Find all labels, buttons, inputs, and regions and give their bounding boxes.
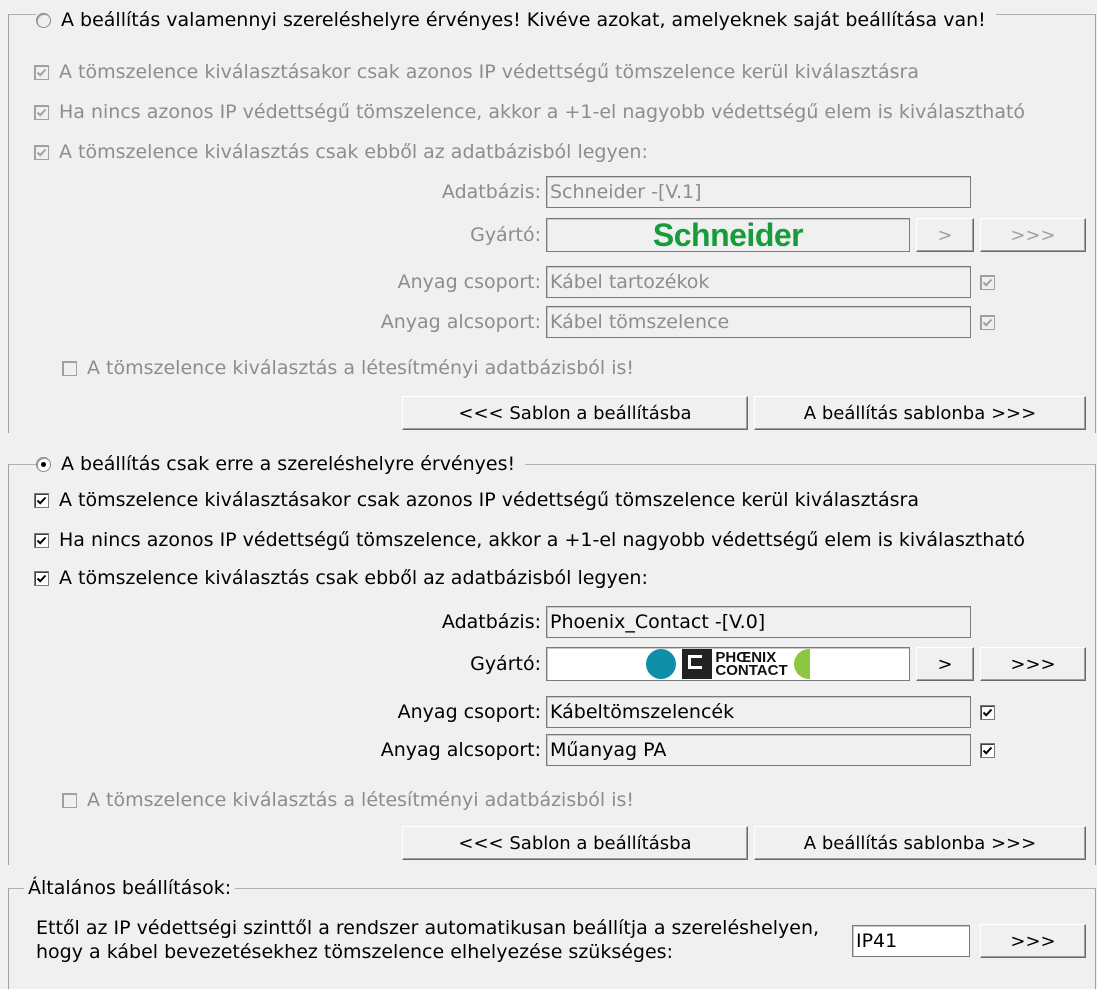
s2-letesitmenyi-label: A tömszelence kiválasztás a létesítményi… <box>87 789 635 811</box>
checkmark-icon <box>982 746 993 755</box>
s2-sablon-to-settings-button[interactable]: <<< Sablon a beállításba <box>402 826 748 860</box>
general-ip-description: Ettől az IP védettségi szinttől a rendsz… <box>36 916 819 964</box>
s1-csoport-label: Anyag csoport: <box>397 271 541 293</box>
s1-alcsoport-checkbox[interactable] <box>980 315 995 330</box>
checkmark-icon <box>982 318 993 327</box>
general-ip-description-line2: hogy a kábel bevezetésekhez tömszelence … <box>36 941 673 963</box>
s2-letesitmenyi-checkbox[interactable] <box>62 792 77 808</box>
general-ip-description-line1: Ettől az IP védettségi szinttől a rendsz… <box>36 917 820 939</box>
s1-letesitmenyi-label: A tömszelence kiválasztás a létesítményi… <box>87 357 635 379</box>
global-settings-radio[interactable] <box>36 12 51 28</box>
s2-gyarto-next-button[interactable]: > <box>916 647 974 681</box>
s2-higher-ip-checkbox[interactable] <box>34 532 49 548</box>
s1-gyarto-label: Gyártó: <box>470 224 541 246</box>
s2-gyarto-label: Gyártó: <box>470 653 541 675</box>
s1-higher-ip-label: Ha nincs azonos IP védettségű tömszelenc… <box>59 101 1026 123</box>
s2-adatbazis-label: Adatbázis: <box>441 611 541 633</box>
s2-higher-ip-label: Ha nincs azonos IP védettségű tömszelenc… <box>59 529 1026 551</box>
ip-level-more-button[interactable]: >>> <box>980 924 1086 958</box>
s1-only-db-checkbox[interactable] <box>34 144 49 160</box>
s1-same-ip-label: A tömszelence kiválasztásakor csak azono… <box>59 61 919 83</box>
s1-adatbazis-label: Adatbázis: <box>441 181 541 203</box>
checkmark-icon <box>36 496 47 505</box>
s2-csoport-checkbox[interactable] <box>980 705 995 720</box>
s1-only-db-checkbox-row[interactable]: A tömszelence kiválasztás csak ebből az … <box>34 140 648 164</box>
local-settings-radio-row[interactable]: A beállítás csak erre a szereléshelyre é… <box>36 452 526 476</box>
s2-same-ip-checkbox[interactable] <box>34 492 49 508</box>
phoenix-contact-logo-icon: PHŒNIX CONTACT <box>646 649 810 679</box>
s2-gyarto-more-button[interactable]: >>> <box>980 647 1086 681</box>
s1-higher-ip-checkbox[interactable] <box>34 104 49 120</box>
checkmark-icon <box>36 574 47 583</box>
s2-letesitmenyi-checkbox-row[interactable]: A tömszelence kiválasztás a létesítményi… <box>62 788 634 812</box>
s1-same-ip-checkbox-row[interactable]: A tömszelence kiválasztásakor csak azono… <box>34 60 919 84</box>
s2-higher-ip-checkbox-row[interactable]: Ha nincs azonos IP védettségű tömszelenc… <box>34 528 1025 552</box>
s1-csoport-field[interactable]: Kábel tartozékok <box>546 266 971 298</box>
s2-settings-to-sablon-button[interactable]: A beállítás sablonba >>> <box>754 826 1086 860</box>
s1-adatbazis-field[interactable]: Schneider -[V.1] <box>546 176 971 208</box>
s1-gyarto-logo[interactable]: Schneider <box>546 218 910 252</box>
checkmark-icon <box>982 708 993 717</box>
checkmark-icon <box>36 148 47 157</box>
s2-alcsoport-label: Anyag alcsoport: <box>380 739 541 761</box>
s1-higher-ip-checkbox-row[interactable]: Ha nincs azonos IP védettségű tömszelenc… <box>34 100 1025 124</box>
s2-alcsoport-field[interactable]: Műanyag PA <box>546 734 971 766</box>
checkmark-icon <box>36 108 47 117</box>
s1-letesitmenyi-checkbox[interactable] <box>62 360 77 376</box>
s2-only-db-label: A tömszelence kiválasztás csak ebből az … <box>59 567 648 589</box>
s2-same-ip-label: A tömszelence kiválasztásakor csak azono… <box>59 489 919 511</box>
s2-only-db-checkbox-row[interactable]: A tömszelence kiválasztás csak ebből az … <box>34 566 648 590</box>
local-settings-radio[interactable] <box>36 456 51 472</box>
s1-alcsoport-field[interactable]: Kábel tömszelence <box>546 306 971 338</box>
s2-gyarto-logo[interactable]: PHŒNIX CONTACT <box>546 647 910 681</box>
s1-settings-to-sablon-button[interactable]: A beállítás sablonba >>> <box>754 396 1086 430</box>
checkmark-icon <box>982 278 993 287</box>
general-settings-title: Általános beállítások: <box>24 876 236 900</box>
s2-same-ip-checkbox-row[interactable]: A tömszelence kiválasztásakor csak azono… <box>34 488 919 512</box>
s1-only-db-label: A tömszelence kiválasztás csak ebből az … <box>59 141 648 163</box>
s1-gyarto-next-button[interactable]: > <box>916 218 974 252</box>
s1-alcsoport-label: Anyag alcsoport: <box>380 311 541 333</box>
local-settings-radio-label: A beállítás csak erre a szereléshelyre é… <box>61 453 516 475</box>
s2-csoport-field[interactable]: Kábeltömszelencék <box>546 696 971 728</box>
s1-letesitmenyi-checkbox-row[interactable]: A tömszelence kiválasztás a létesítményi… <box>62 356 634 380</box>
schneider-logo-icon: Schneider <box>652 218 804 252</box>
s2-only-db-checkbox[interactable] <box>34 570 49 586</box>
s2-adatbazis-field[interactable]: Phoenix_Contact -[V.0] <box>546 606 971 638</box>
s1-sablon-to-settings-button[interactable]: <<< Sablon a beállításba <box>402 396 748 430</box>
global-settings-radio-row[interactable]: A beállítás valamennyi szereléshelyre ér… <box>36 8 996 32</box>
checkmark-icon <box>36 536 47 545</box>
global-settings-radio-label: A beállítás valamennyi szereléshelyre ér… <box>61 9 986 31</box>
s2-csoport-label: Anyag csoport: <box>397 701 541 723</box>
s1-same-ip-checkbox[interactable] <box>34 64 49 80</box>
ip-level-field[interactable]: IP41 <box>852 925 970 957</box>
s1-gyarto-more-button[interactable]: >>> <box>980 218 1086 252</box>
s1-csoport-checkbox[interactable] <box>980 275 995 290</box>
checkmark-icon <box>36 68 47 77</box>
s2-alcsoport-checkbox[interactable] <box>980 743 995 758</box>
